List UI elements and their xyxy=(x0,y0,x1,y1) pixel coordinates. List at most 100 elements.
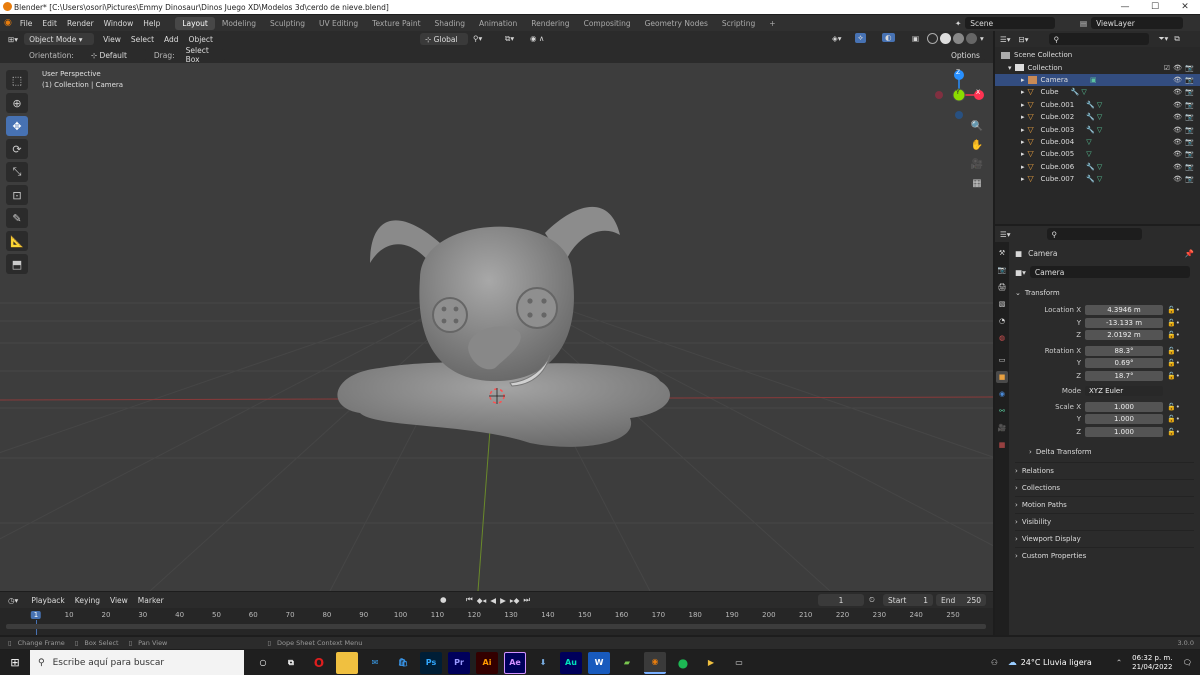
solid-shading-icon[interactable] xyxy=(940,33,951,44)
visibility-eye-icon[interactable]: 👁 xyxy=(1173,88,1182,96)
visibility-eye-icon[interactable]: 👁 xyxy=(1173,64,1182,72)
tab-uv-editing[interactable]: UV Editing xyxy=(312,17,365,30)
after-effects-icon[interactable]: Ae xyxy=(504,651,526,674)
wireframe-shading-icon[interactable] xyxy=(927,33,938,44)
lock-icon[interactable]: 🔓• xyxy=(1167,428,1180,436)
menu-select[interactable]: Select xyxy=(126,35,159,44)
audition-icon[interactable]: Au xyxy=(560,651,582,674)
menu-view[interactable]: View xyxy=(98,35,126,44)
screen-icon[interactable]: ▭ xyxy=(728,652,750,674)
editor-type-icon[interactable]: ⊞▾ xyxy=(8,35,18,44)
minimize-icon[interactable]: — xyxy=(1110,0,1140,14)
scene-selector[interactable]: ✦ Scene xyxy=(955,17,1059,29)
add-cube-tool-icon[interactable]: ⬒ xyxy=(6,254,28,274)
expand-icon[interactable]: ▸ xyxy=(1021,126,1025,134)
texture-tab-icon[interactable]: ▦ xyxy=(996,439,1008,451)
lock-icon[interactable]: 🔓• xyxy=(1167,359,1180,367)
tab-animation[interactable]: Animation xyxy=(472,17,524,30)
lock-icon[interactable]: 🔓• xyxy=(1167,372,1180,380)
location-x-field[interactable]: 4.3946 m xyxy=(1085,305,1163,316)
view-layer-selector[interactable]: ▤ ViewLayer xyxy=(1080,17,1187,29)
notifications-icon[interactable]: 🗨 xyxy=(1182,658,1192,667)
render-camera-icon[interactable]: 📷 xyxy=(1185,126,1194,134)
outliner-item-cube[interactable]: ▸ ▽ Cube 🔧 ▽ 👁 📷 xyxy=(995,86,1200,98)
jump-keyframe-back-icon[interactable]: ◆◂ xyxy=(477,596,487,605)
rotation-z-field[interactable]: 18.7° xyxy=(1085,370,1163,381)
visibility-icon[interactable]: ◈▾ xyxy=(832,34,842,43)
menu-playback[interactable]: Playback xyxy=(26,596,69,605)
outliner-item-cube-002[interactable]: ▸ ▽ Cube.002 🔧 ▽ 👁 📷 xyxy=(995,111,1200,123)
expand-icon[interactable]: ▸ xyxy=(1021,101,1025,109)
viewport-display-panel-header[interactable]: › Viewport Display xyxy=(1015,530,1194,547)
camera-view-icon[interactable]: 🎥 xyxy=(969,159,985,175)
transform-panel-header[interactable]: ⌄ Transform xyxy=(1015,284,1194,301)
menu-marker[interactable]: Marker xyxy=(133,596,169,605)
custom-properties-panel-header[interactable]: › Custom Properties xyxy=(1015,547,1194,564)
annotate-tool-icon[interactable]: ✎ xyxy=(6,208,28,228)
scale-x-field[interactable]: 1.000 xyxy=(1085,401,1163,412)
menu-object[interactable]: Object xyxy=(184,35,218,44)
select-box-tool-icon[interactable]: ⬚ xyxy=(6,70,28,90)
cursor-tool-icon[interactable]: ⊕ xyxy=(6,93,28,113)
collections-panel-header[interactable]: › Collections xyxy=(1015,479,1194,496)
render-tab-icon[interactable]: 📷 xyxy=(996,264,1008,276)
material-shading-icon[interactable] xyxy=(953,33,964,44)
gizmo-toggle-icon[interactable]: ⟡ xyxy=(855,33,866,43)
media-player-icon[interactable]: ▶ xyxy=(700,652,722,674)
add-workspace-button[interactable]: + xyxy=(762,17,782,30)
word-icon[interactable]: W xyxy=(588,651,610,674)
render-camera-icon[interactable]: 📷 xyxy=(1185,163,1194,171)
visibility-eye-icon[interactable]: 👁 xyxy=(1173,138,1182,146)
object-name-field[interactable]: Camera xyxy=(1029,266,1190,278)
people-icon[interactable]: ⚇ xyxy=(991,658,998,667)
tab-compositing[interactable]: Compositing xyxy=(577,17,638,30)
expand-icon[interactable]: ▸ xyxy=(1021,138,1025,146)
properties-search-input[interactable]: ⚲ xyxy=(1046,228,1142,240)
menu-file[interactable]: File xyxy=(15,19,38,28)
visibility-panel-header[interactable]: › Visibility xyxy=(1015,513,1194,530)
location-y-field[interactable]: -13.133 m xyxy=(1085,317,1163,328)
options-dropdown[interactable]: Options xyxy=(946,49,985,61)
data-tab-icon[interactable]: 🎥 xyxy=(996,422,1008,434)
outliner-item-cube-003[interactable]: ▸ ▽ Cube.003 🔧 ▽ 👁 📷 xyxy=(995,123,1200,135)
end-frame-field[interactable]: End 250 xyxy=(936,594,986,606)
tab-shading[interactable]: Shading xyxy=(428,17,472,30)
location-z-field[interactable]: 2.0192 m xyxy=(1085,330,1163,341)
tab-rendering[interactable]: Rendering xyxy=(524,17,576,30)
lock-icon[interactable]: 🔓• xyxy=(1167,415,1180,423)
close-icon[interactable]: ✕ xyxy=(1170,0,1200,14)
render-camera-icon[interactable]: 📷 xyxy=(1185,64,1194,72)
expand-icon[interactable]: ▸ xyxy=(1021,76,1025,84)
windows-start-icon[interactable]: ⊞ xyxy=(0,656,30,669)
menu-edit[interactable]: Edit xyxy=(37,19,62,28)
snap-icon[interactable]: ⧉▾ xyxy=(505,34,514,44)
collapse-icon[interactable]: ▾ xyxy=(1008,64,1012,72)
outliner-item-cube-006[interactable]: ▸ ▽ Cube.006 🔧 ▽ 👁 📷 xyxy=(995,161,1200,173)
pan-hand-icon[interactable]: ✋ xyxy=(969,140,985,156)
render-camera-icon[interactable]: 📷 xyxy=(1185,101,1194,109)
menu-window[interactable]: Window xyxy=(99,19,139,28)
lock-icon[interactable]: 🔓• xyxy=(1167,319,1180,327)
start-frame-field[interactable]: Start 1 xyxy=(883,594,933,606)
blender-taskbar-icon[interactable]: ◉ xyxy=(644,651,666,674)
zoom-icon[interactable]: 🔍 xyxy=(969,121,985,137)
filter-icon[interactable]: ⏷▾ xyxy=(1159,34,1169,44)
orientation-dropdown[interactable]: ⊹ Default xyxy=(85,49,146,61)
outliner-item-cube-007[interactable]: ▸ ▽ Cube.007 🔧 ▽ 👁 📷 xyxy=(995,173,1200,185)
scene-tab-icon[interactable]: ◔ xyxy=(996,315,1008,327)
tab-geometry-nodes[interactable]: Geometry Nodes xyxy=(638,17,715,30)
rotation-x-field[interactable]: 88.3° xyxy=(1085,345,1163,356)
checkbox-icon[interactable]: ☑ xyxy=(1164,64,1170,72)
transform-orientation-dropdown[interactable]: ⊹ Global xyxy=(420,33,468,45)
scale-tool-icon[interactable]: ⤡ xyxy=(6,162,28,182)
rotation-y-field[interactable]: 0.69° xyxy=(1085,358,1163,369)
expand-icon[interactable]: ▸ xyxy=(1021,113,1025,121)
proportional-edit-icon[interactable]: ◉ ∧ xyxy=(530,34,544,43)
outliner-item-cube-001[interactable]: ▸ ▽ Cube.001 🔧 ▽ 👁 📷 xyxy=(995,99,1200,111)
expand-icon[interactable]: ▸ xyxy=(1021,150,1025,158)
spotify-icon[interactable]: ● xyxy=(672,652,694,674)
maximize-icon[interactable]: ☐ xyxy=(1140,0,1170,14)
photoshop-icon[interactable]: Ps xyxy=(420,651,442,674)
rotation-mode-dropdown[interactable]: XYZ Euler xyxy=(1085,386,1163,397)
display-mode-icon[interactable]: ⊟▾ xyxy=(1019,35,1029,44)
